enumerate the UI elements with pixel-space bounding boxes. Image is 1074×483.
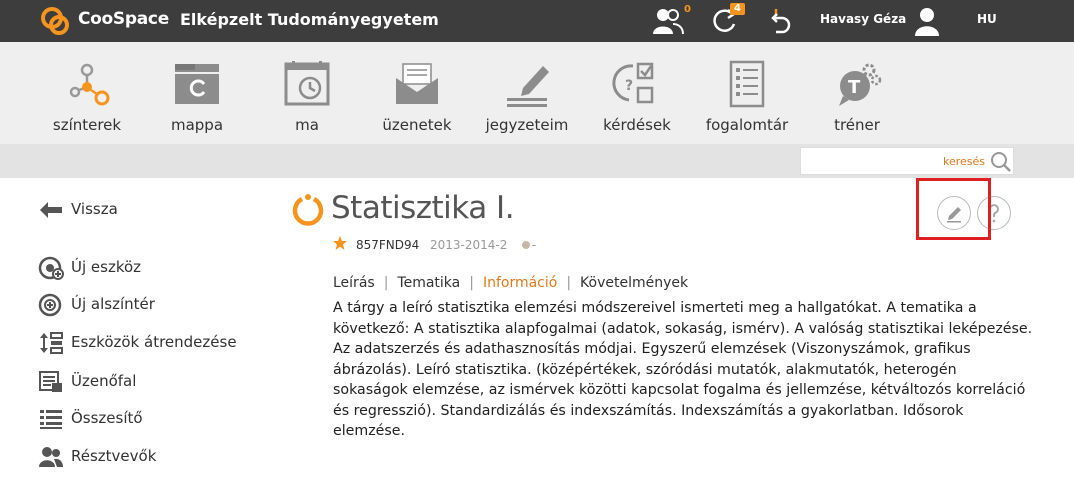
user-name[interactable]: Havasy Géza (820, 12, 906, 26)
people-icon (653, 9, 684, 35)
toolbar-label: fogalomtár (705, 116, 789, 134)
toolbar-item-fogalomtar[interactable]: fogalomtár (692, 58, 802, 138)
course-tabs: Leírás | Tematika | Információ | Követelmények (333, 275, 688, 291)
search-box (800, 147, 1014, 175)
toolbar-item-kerdesek[interactable]: ? kérdések (582, 58, 692, 138)
toolbar-label: mappa (170, 116, 224, 134)
quiz-icon: ? (612, 62, 654, 104)
toolbar-item-ma[interactable]: ma (252, 58, 362, 138)
network-icon (69, 63, 110, 106)
brand-name[interactable]: CooSpace (78, 9, 169, 29)
toolbar-label: kérdések (603, 116, 671, 134)
svg-text:?: ? (625, 78, 633, 94)
highlight-box (916, 178, 991, 240)
sidebar-item-label: Eszközök átrendezése (71, 333, 237, 351)
toolbar-label: tréner (834, 116, 880, 134)
profile-button[interactable] (912, 6, 946, 36)
search-icon[interactable] (990, 151, 1012, 173)
main-toolbar: színterek mappa ma üzenetek jegyzeteim ?… (0, 42, 1074, 144)
toolbar-item-mappa[interactable]: mappa (142, 58, 252, 138)
course-code: 857FND94 (356, 238, 420, 252)
undo-icon (771, 9, 791, 34)
tab-leiras[interactable]: Leírás (333, 275, 375, 291)
course-status: - (532, 238, 537, 252)
status-dot (522, 241, 530, 249)
undo-button[interactable] (768, 6, 802, 36)
user-icon (915, 8, 939, 36)
members-button[interactable]: 0 (652, 4, 691, 36)
tab-separator: | (566, 275, 572, 291)
refresh-button[interactable]: 4 (708, 3, 745, 36)
toolbar-label: jegyzeteim (485, 116, 569, 134)
coospace-logo-icon[interactable] (40, 6, 70, 36)
sidebar-item-label: Résztvevők (71, 447, 157, 465)
sidebar-item-label: Új eszköz (71, 258, 142, 276)
tab-tematika[interactable]: Tematika (397, 275, 460, 291)
folder-icon (175, 64, 219, 104)
toolbar-item-trener[interactable]: T tréner (802, 58, 912, 138)
toolbar-label: üzenetek (382, 116, 452, 134)
sidebar-item-label: Üzenőfal (71, 372, 137, 390)
toolbar-label: ma (295, 116, 319, 134)
course-description: A tárgy a leíró statisztika elemzési mód… (333, 300, 1033, 439)
tab-separator: | (383, 275, 389, 291)
search-input[interactable] (805, 152, 985, 170)
page-title: Statisztika I. (331, 190, 515, 226)
arrow-left-icon (40, 202, 62, 218)
participants-icon (39, 447, 63, 467)
language-selector[interactable]: HU (977, 12, 997, 26)
back-label: Vissza (71, 200, 118, 218)
tab-separator: | (469, 275, 474, 291)
sidebar-item-label: Összesítő (71, 409, 143, 427)
svg-text:T: T (848, 77, 861, 98)
trainer-icon: T (839, 63, 882, 106)
course-term: 2013-2014-2 (430, 238, 508, 252)
message-board-icon (39, 371, 62, 392)
reorder-icon (40, 332, 63, 354)
tab-informacio[interactable]: Információ (483, 275, 557, 291)
sidebar-item-label: Új alszíntér (71, 295, 155, 313)
add-tool-icon (38, 256, 64, 280)
search-strip (0, 144, 1074, 178)
envelope-icon (396, 63, 438, 104)
university-name[interactable]: Elképzelt Tudományegyetem (180, 10, 439, 29)
calendar-icon (284, 61, 330, 106)
course-logo-icon (292, 194, 324, 226)
summary-icon (40, 410, 62, 429)
members-count: 0 (684, 4, 691, 15)
toolbar-item-szinterek[interactable]: színterek (32, 58, 142, 138)
refresh-count: 4 (730, 3, 745, 15)
glossary-icon (729, 60, 765, 108)
toolbar-item-uzenetek[interactable]: üzenetek (362, 58, 472, 138)
star-icon[interactable] (332, 235, 348, 251)
toolbar-item-jegyzeteim[interactable]: jegyzeteim (472, 58, 582, 138)
tab-kovetelmenyek[interactable]: Követelmények (580, 275, 688, 291)
pencil-notes-icon (507, 66, 549, 107)
top-bar: CooSpace Elképzelt Tudományegyetem 0 4 H… (0, 0, 1074, 42)
add-subscene-icon (38, 293, 62, 317)
toolbar-label: színterek (52, 116, 122, 134)
